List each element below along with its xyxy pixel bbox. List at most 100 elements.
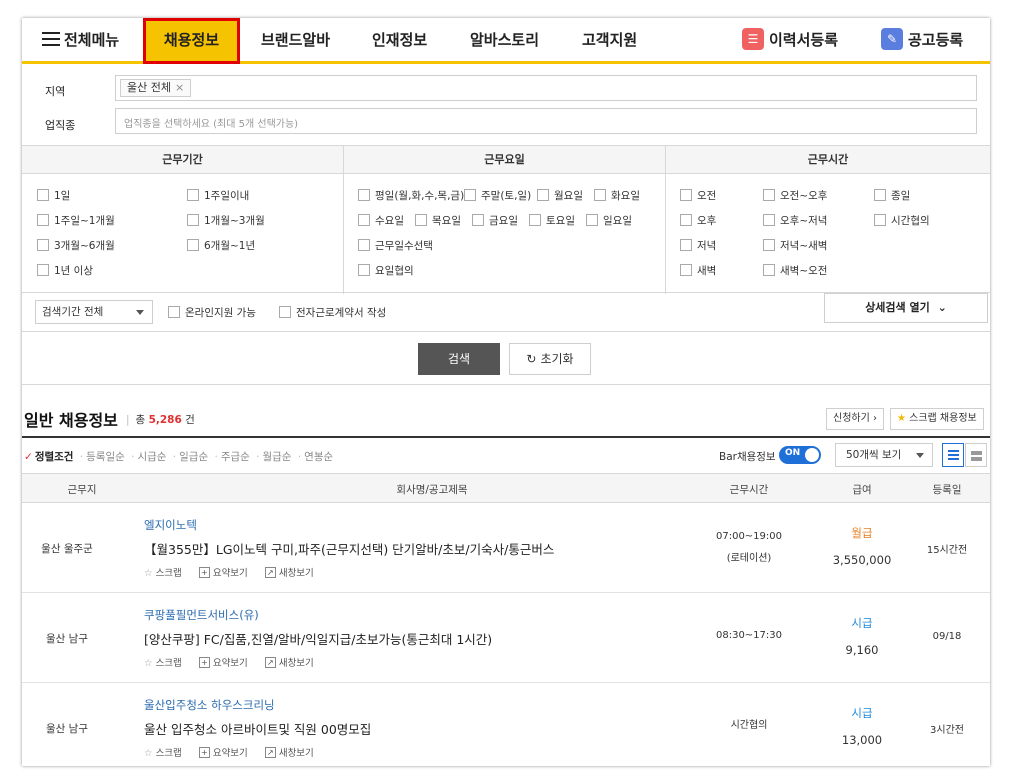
hours-option[interactable]: 저녁~새벽 (763, 239, 827, 253)
days-option[interactable]: 일요일 (586, 214, 632, 228)
days-option[interactable]: 화요일 (594, 189, 640, 203)
hours-option[interactable]: 오전 (680, 189, 716, 203)
post-register-button[interactable]: ✎ 공고등록 (881, 18, 963, 64)
table-row[interactable]: 울산 남구 울산입주청소 하우스크리닝 울산 입주청소 아르바이트및 직원 00… (22, 683, 990, 766)
job-input[interactable]: 업직종을 선택하세요 (최대 5개 선택가능) (115, 108, 977, 134)
e-contract-checkbox[interactable]: 전자근로계약서 작성 (279, 306, 386, 320)
online-apply-checkbox[interactable]: 온라인지원 가능 (168, 306, 256, 320)
row-pay: 13,000 (841, 733, 883, 747)
row-scrap-button[interactable]: ☆ 스크랩 (144, 748, 182, 759)
reset-button[interactable]: ↻ 초기화 (509, 343, 591, 375)
checkbox-icon (763, 239, 775, 251)
period-option[interactable]: 1주일이내 (187, 189, 249, 203)
period-option[interactable]: 1일 (37, 189, 70, 203)
chip-remove-icon[interactable]: × (175, 81, 184, 94)
scrap-jobs-button[interactable]: ★ 스크랩 채용정보 (890, 408, 984, 430)
row-newwin-button[interactable]: ↗ 새창보기 (264, 657, 314, 669)
detail-search-toggle[interactable]: 상세검색 열기 ⌄ (824, 293, 988, 323)
row-newwin-button[interactable]: ↗ 새창보기 (264, 747, 314, 759)
search-button[interactable]: 검색 (418, 343, 500, 375)
region-input[interactable]: 울산 전체 × (115, 75, 977, 101)
search-actions: 검색 ↻ 초기화 (22, 333, 990, 385)
sort-daily[interactable]: 일급순 (179, 451, 208, 463)
check-icon: ✓ (24, 451, 33, 463)
days-option[interactable]: 수요일 (358, 214, 404, 228)
sort-options: ✓ 정렬조건 · 등록일순 · 시급순 · 일급순 · 주급순 · 월급순 · 연봉순 (24, 451, 334, 463)
resume-register-button[interactable]: ☰ 이력서등록 (742, 18, 838, 64)
checkbox-icon (594, 189, 606, 201)
row-title[interactable]: 【월355만】LG이노텍 구미,파주(근무지선택) 단기알바/초보/기숙사/통근… (144, 539, 554, 558)
star-outline-icon: ☆ (144, 748, 153, 759)
period-option[interactable]: 1년 이상 (37, 264, 93, 278)
days-option[interactable]: 평일(월,화,수,목,금) (358, 189, 464, 203)
sort-yearly[interactable]: 연봉순 (304, 451, 333, 463)
row-scrap-button[interactable]: ☆ 스크랩 (144, 568, 182, 579)
header-pay: 급여 (852, 484, 872, 496)
days-header: 근무요일 (344, 146, 665, 174)
sort-condition[interactable]: 정렬조건 (35, 451, 74, 463)
days-option[interactable]: 목요일 (415, 214, 461, 228)
chevron-down-icon: ⌄ (937, 301, 947, 314)
hours-option[interactable]: 오전~오후 (763, 189, 827, 203)
checkbox-icon (529, 214, 541, 226)
per-page-select[interactable]: 50개씩 보기 (835, 443, 933, 467)
sort-weekly[interactable]: 주급순 (221, 451, 250, 463)
period-select[interactable]: 검색기간 전체 (35, 300, 153, 324)
days-option[interactable]: 근무일수선택 (358, 239, 433, 253)
checkbox-icon (537, 189, 549, 201)
period-option[interactable]: 1개월~3개월 (187, 214, 265, 228)
row-scrap-button[interactable]: ☆ 스크랩 (144, 658, 182, 669)
row-summary-button[interactable]: + 요약보기 (198, 657, 248, 669)
sort-monthly[interactable]: 월급순 (262, 451, 291, 463)
hours-option[interactable]: 새벽~오전 (763, 264, 827, 278)
tab-jobs[interactable]: 채용정보 (143, 18, 240, 64)
table-row[interactable]: 울산 울주군 엘지이노텍 【월355만】LG이노텍 구미,파주(근무지선택) 단… (22, 503, 990, 593)
grid-view-button[interactable] (965, 443, 987, 467)
row-company[interactable]: 엘지이노텍 (144, 517, 197, 533)
row-newwin-button[interactable]: ↗ 새창보기 (264, 567, 314, 579)
row-actions: ☆ 스크랩 + 요약보기 ↗ 새창보기 (144, 565, 328, 579)
days-option[interactable]: 토요일 (529, 214, 575, 228)
sort-registered[interactable]: 등록일순 (86, 451, 125, 463)
days-option[interactable]: 월요일 (537, 189, 583, 203)
row-summary-button[interactable]: + 요약보기 (198, 747, 248, 759)
checkbox-icon (763, 189, 775, 201)
days-option[interactable]: 금요일 (472, 214, 518, 228)
new-window-icon: ↗ (264, 567, 276, 578)
all-menu-button[interactable]: 전체메뉴 (42, 18, 119, 64)
days-option[interactable]: 주말(토,일) (464, 189, 531, 203)
hours-header: 근무시간 (666, 146, 990, 174)
apply-button[interactable]: 신청하기 › (826, 408, 884, 430)
sort-hourly[interactable]: 시급순 (137, 451, 166, 463)
period-option[interactable]: 1주일~1개월 (37, 214, 115, 228)
row-date: 3시간전 (930, 725, 964, 736)
tab-talent[interactable]: 인재정보 (372, 18, 427, 64)
row-pay: 3,550,000 (832, 553, 892, 567)
tab-alba-story[interactable]: 알바스토리 (470, 18, 539, 64)
page-frame: 전체메뉴 채용정보 브랜드알바 인재정보 알바스토리 고객지원 ☰ 이력서등록 ✎… (22, 18, 990, 766)
table-row[interactable]: 울산 남구 쿠팡풀필먼트서비스(유) [양산쿠팡] FC/집품,진열/알바/익일… (22, 593, 990, 683)
hours-option[interactable]: 저녁 (680, 239, 716, 253)
hours-option[interactable]: 오후~저녁 (763, 214, 827, 228)
hours-option[interactable]: 시간협의 (874, 214, 930, 228)
region-label: 지역 (45, 85, 66, 98)
tab-brand-alba[interactable]: 브랜드알바 (261, 18, 330, 64)
job-row: 업직종 업직종을 선택하세요 (최대 5개 선택가능) (22, 105, 990, 139)
period-option[interactable]: 6개월~1년 (187, 239, 255, 253)
hours-option[interactable]: 새벽 (680, 264, 716, 278)
row-company[interactable]: 쿠팡풀필먼트서비스(유) (144, 607, 259, 623)
tab-support[interactable]: 고객지원 (582, 18, 637, 64)
list-view-button[interactable] (942, 443, 964, 467)
days-option[interactable]: 요일협의 (358, 264, 414, 278)
hours-option[interactable]: 오후 (680, 214, 716, 228)
bar-jobs-toggle[interactable]: ON (779, 446, 821, 464)
row-company[interactable]: 울산입주청소 하우스크리닝 (144, 697, 275, 713)
hours-option[interactable]: 종일 (874, 189, 910, 203)
results-count: | 총 5,286 건 (126, 414, 195, 426)
row-title[interactable]: 울산 입주청소 아르바이트및 직원 00명모집 (144, 719, 371, 738)
row-title[interactable]: [양산쿠팡] FC/집품,진열/알바/익일지급/초보가능(통근최대 1시간) (144, 629, 492, 648)
period-option[interactable]: 3개월~6개월 (37, 239, 115, 253)
checkbox-icon (763, 264, 775, 276)
row-summary-button[interactable]: + 요약보기 (198, 567, 248, 579)
row-pay-type: 시급 (851, 706, 873, 720)
